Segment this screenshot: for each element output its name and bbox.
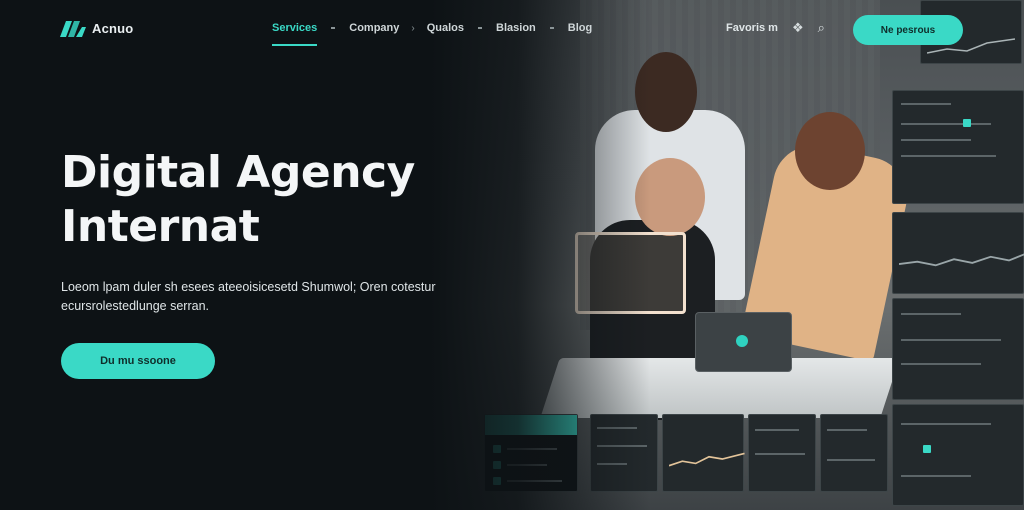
top-navigation: Acnuo Services Company › Qualos Blasion … xyxy=(0,0,1024,64)
menu-separator: › xyxy=(411,22,415,34)
dashboard-panel xyxy=(748,414,816,492)
main-menu: Services Company › Qualos Blasion Blog xyxy=(272,22,592,46)
header-cta-button[interactable]: Ne pesrous xyxy=(853,15,963,45)
laptop xyxy=(695,312,792,372)
brand-name: Acnuo xyxy=(92,20,134,36)
hero-headline: Digital Agency Internat xyxy=(61,146,415,254)
dashboard-panel xyxy=(892,90,1024,204)
nav-item-blog[interactable]: Blog xyxy=(568,22,592,34)
menu-separator xyxy=(331,27,336,29)
image-fade-overlay xyxy=(430,0,650,510)
bookmark-icon[interactable]: ❖ xyxy=(792,20,804,36)
hero-image xyxy=(430,0,1024,510)
menu-separator xyxy=(549,27,554,29)
dashboard-panel xyxy=(892,298,1024,400)
hero-description: Loeom lpam duler sh esees ateeoisicesetd… xyxy=(61,280,436,313)
nav-item-company[interactable]: Company xyxy=(349,22,399,34)
hero-cta-button[interactable]: Du mu ssoone xyxy=(61,343,215,379)
menu-separator xyxy=(478,27,483,29)
hero-headline-line-1: Digital Agency xyxy=(61,147,415,198)
dashboard-panel xyxy=(892,404,1024,506)
dashboard-panel xyxy=(820,414,888,492)
search-icon[interactable]: ⌕ xyxy=(818,20,825,36)
hero-headline-line-2: Internat xyxy=(61,201,260,252)
brand-logo[interactable]: Acnuo xyxy=(60,17,133,39)
nav-item-services[interactable]: Services xyxy=(272,22,318,46)
dashboard-panel xyxy=(892,212,1024,294)
nav-utilities: Favoris m ❖ ⌕ xyxy=(726,20,825,36)
nav-item-qualos[interactable]: Qualos xyxy=(427,22,464,34)
nav-item-blasion[interactable]: Blasion xyxy=(496,22,536,34)
favorites-link[interactable]: Favoris m xyxy=(726,22,778,34)
brand-logo-icon xyxy=(60,21,86,37)
dashboard-panel xyxy=(662,414,745,492)
